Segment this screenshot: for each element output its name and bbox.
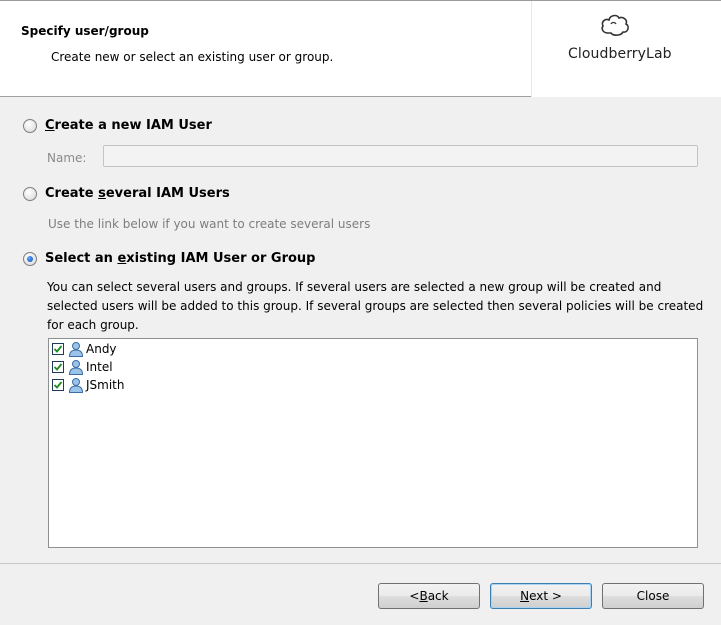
radio-label: Create a new IAM User <box>45 118 212 133</box>
back-button[interactable]: < Back <box>378 583 480 609</box>
check-icon <box>53 381 63 389</box>
logo-text: CloudberryLab <box>568 46 672 62</box>
cloudberry-logo: CloudberryLab <box>531 1 721 97</box>
select-existing-description: You can select several users and groups.… <box>47 280 704 332</box>
users-list[interactable]: Andy Intel JSmith <box>48 338 698 548</box>
wizard-header: Specify user/group Create new or select … <box>0 0 721 97</box>
user-icon <box>68 360 84 375</box>
list-item[interactable]: Andy <box>52 340 117 358</box>
radio-select-existing[interactable]: Select an existing IAM User or Group <box>23 251 315 266</box>
page-subtitle: Create new or select an existing user or… <box>51 50 334 64</box>
cloud-icon <box>601 14 629 36</box>
list-item[interactable]: JSmith <box>52 376 125 394</box>
name-input[interactable] <box>103 145 698 167</box>
radio-create-several-users[interactable]: Create several IAM Users <box>23 186 230 201</box>
radio-button[interactable] <box>23 118 37 133</box>
next-button[interactable]: Next > <box>490 583 592 609</box>
list-item[interactable]: Intel <box>52 358 113 376</box>
several-users-hint: Use the link below if you want to create… <box>48 217 371 231</box>
checkbox-checked[interactable] <box>52 379 64 391</box>
user-icon <box>68 342 84 357</box>
checkbox-checked[interactable] <box>52 361 64 373</box>
check-icon <box>53 363 63 371</box>
wizard-footer: < Back Next > Close <box>0 563 721 625</box>
radio-label: Create several IAM Users <box>45 186 230 201</box>
name-label: Name: <box>47 151 87 165</box>
wizard-content: Create a new IAM User Name: Create sever… <box>0 97 721 563</box>
radio-button-selected[interactable] <box>23 251 37 266</box>
page-title: Specify user/group <box>21 24 149 38</box>
checkbox-checked[interactable] <box>52 343 64 355</box>
user-icon <box>68 378 84 393</box>
list-item-label: Andy <box>86 342 117 356</box>
list-item-label: Intel <box>86 360 113 374</box>
list-item-label: JSmith <box>86 378 125 392</box>
radio-button[interactable] <box>23 186 37 201</box>
radio-create-new-user[interactable]: Create a new IAM User <box>23 118 212 133</box>
check-icon <box>53 345 63 353</box>
radio-label: Select an existing IAM User or Group <box>45 251 316 266</box>
close-button[interactable]: Close <box>602 583 704 609</box>
